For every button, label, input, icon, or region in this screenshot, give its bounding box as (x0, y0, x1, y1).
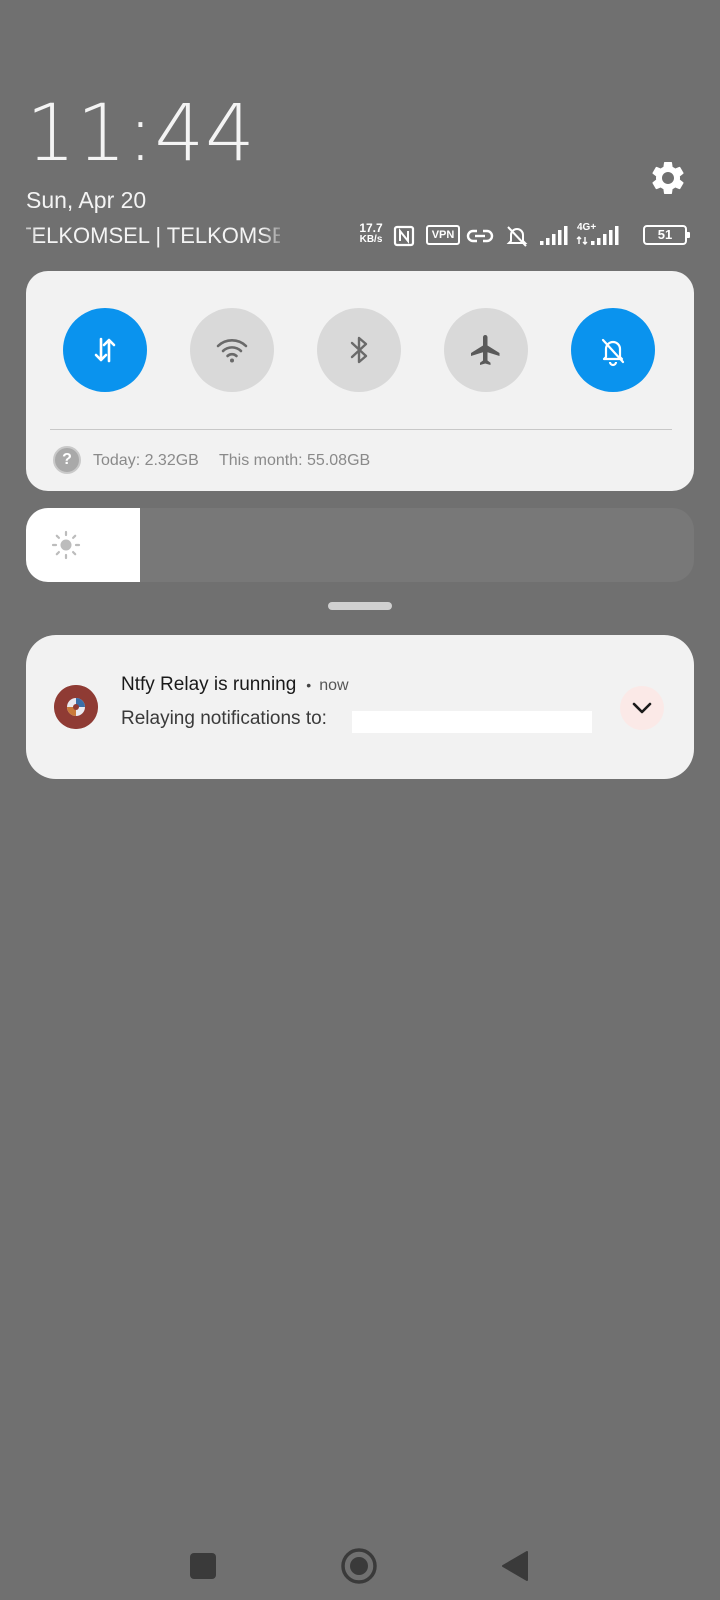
network-speed-value: 17.7 (359, 221, 383, 235)
notification-expand-button[interactable] (620, 686, 664, 730)
notification-time: now (319, 677, 349, 694)
gear-icon[interactable] (648, 158, 688, 198)
airplane-icon (471, 335, 500, 365)
redacted-recipient (352, 711, 592, 733)
signal-bars-icon (540, 226, 568, 245)
wifi-icon (216, 339, 248, 363)
notification-header: Ntfy Relay is running • now (121, 673, 349, 698)
signal-bars-4g-icon (576, 226, 619, 245)
silent-bell-icon (506, 226, 528, 247)
data-usage-month[interactable]: This month: 55.08GB (219, 451, 370, 471)
brightness-level-fill (26, 508, 140, 582)
wifi-toggle[interactable] (190, 308, 274, 392)
battery-indicator: 51 (643, 225, 690, 245)
bluetooth-toggle[interactable] (317, 308, 401, 392)
data-usage-help-icon[interactable]: ? (53, 446, 81, 474)
hotspot-link-icon (466, 229, 494, 243)
square-icon (190, 1553, 216, 1579)
data-usage-today[interactable]: Today: 2.32GB (93, 451, 199, 471)
brightness-slider[interactable] (26, 508, 694, 582)
circle-icon (341, 1548, 377, 1584)
notification-body: Relaying notifications to: (121, 708, 327, 729)
sun-icon (51, 530, 81, 560)
chevron-down-icon (632, 702, 652, 714)
notification-card[interactable]: Ntfy Relay is running • now Relaying notif… (26, 635, 694, 779)
data-transfer-icon (94, 337, 116, 363)
silent-mode-toggle[interactable] (571, 308, 655, 392)
home-button[interactable] (329, 1536, 389, 1596)
date-label[interactable]: Sun, Apr 20 (26, 186, 146, 214)
network-speed-unit: KB/s (359, 234, 383, 245)
panel-drag-handle[interactable] (328, 602, 392, 610)
mobile-data-toggle[interactable] (63, 308, 147, 392)
quick-settings-divider (50, 429, 672, 430)
bluetooth-icon (350, 336, 368, 364)
vpn-badge: VPN (426, 225, 460, 245)
carrier-text: TELKOMSEL | TELKOMSEL (26, 223, 280, 248)
back-button[interactable] (485, 1536, 545, 1596)
quick-settings-panel: ? Today: 2.32GB This month: 55.08GB (26, 271, 694, 491)
nfc-icon (393, 225, 415, 247)
triangle-back-icon (502, 1551, 528, 1581)
network-speed: 17.7 KB/s (356, 222, 386, 246)
notification-title: Ntfy Relay is running (121, 674, 297, 695)
recents-button[interactable] (173, 1536, 233, 1596)
carrier-label: TELKOMSEL | TELKOMSEL (26, 222, 280, 250)
bell-off-icon (601, 338, 625, 367)
ntfy-relay-app-icon (54, 685, 98, 729)
clock-time[interactable]: 11:44 (26, 92, 256, 176)
notification-separator: • (306, 677, 312, 693)
airplane-mode-toggle[interactable] (444, 308, 528, 392)
